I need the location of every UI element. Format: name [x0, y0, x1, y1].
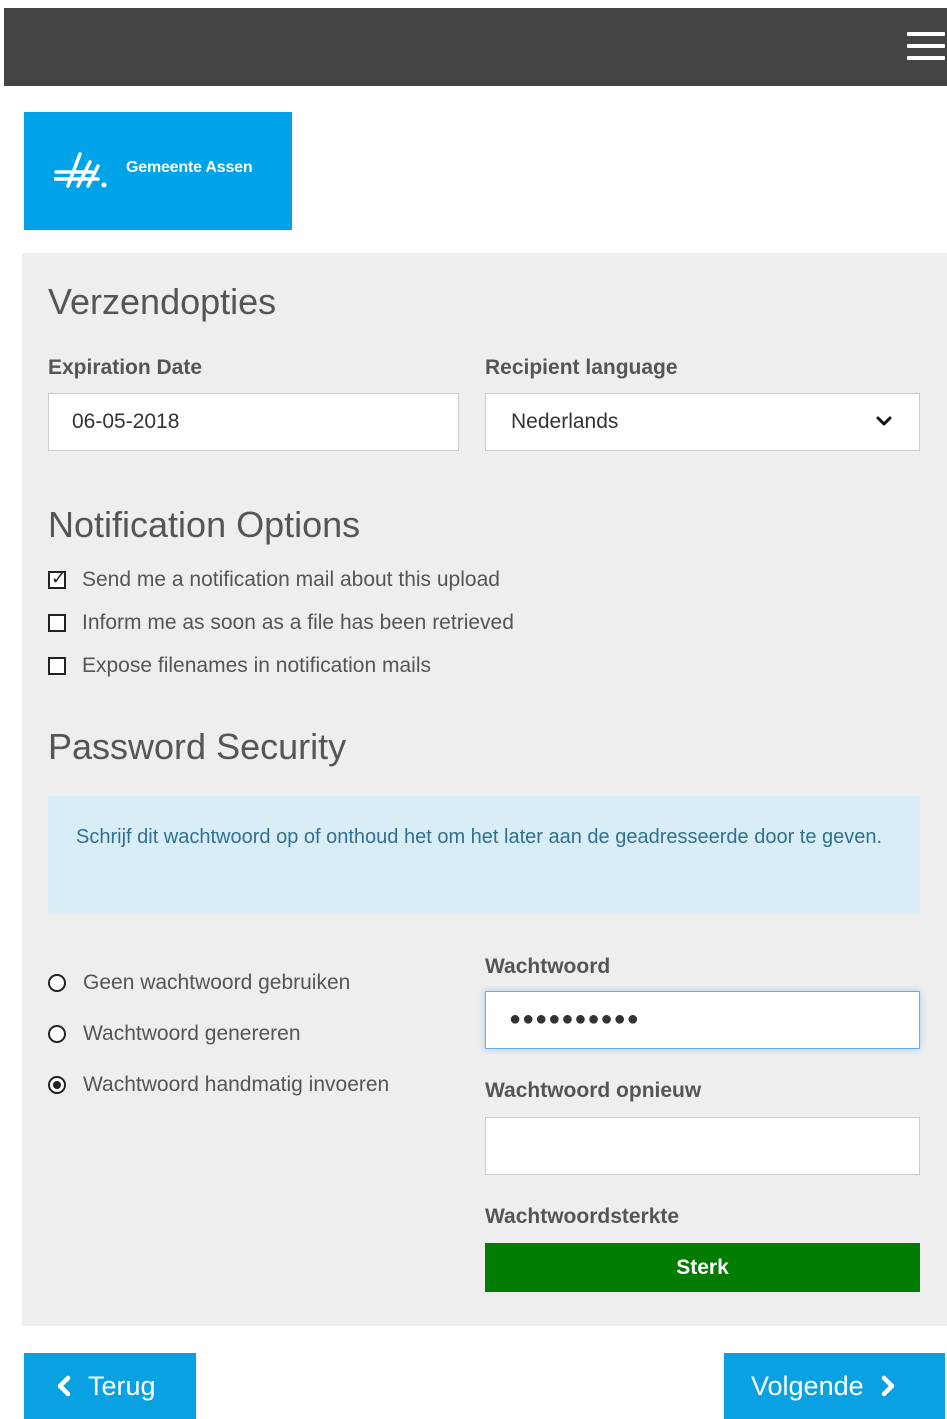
password-input[interactable]: ●●●●●●●●●● — [485, 991, 920, 1049]
manual-password-label: Wachtwoord handmatig invoeren — [83, 1073, 390, 1096]
send-options-title: Verzendopties — [48, 281, 277, 322]
expose-filenames-option[interactable]: Expose filenames in notification mails — [48, 654, 431, 678]
notify-retrieved-option[interactable]: Inform me as soon as a file has been ret… — [48, 611, 514, 635]
no-password-label: Geen wachtwoord gebruiken — [83, 971, 351, 994]
chevron-right-icon — [881, 1375, 894, 1397]
password-strength-label: Wachtwoordsterkte — [485, 1205, 680, 1228]
password-info-alert: Schrijf dit wachtwoord op of onthoud het… — [48, 796, 920, 914]
chevron-down-icon — [876, 416, 892, 426]
generate-password-radio[interactable] — [48, 1025, 66, 1043]
manual-password-option[interactable]: Wachtwoord handmatig invoeren — [48, 1073, 389, 1097]
recipient-language-label: Recipient language — [485, 356, 678, 379]
next-button[interactable]: Volgende — [724, 1353, 945, 1419]
expose-filenames-checkbox[interactable] — [48, 657, 66, 675]
notification-options-title: Notification Options — [48, 504, 361, 545]
password-label: Wachtwoord — [485, 955, 611, 978]
manual-password-radio[interactable] — [48, 1076, 66, 1094]
no-password-radio[interactable] — [48, 974, 66, 992]
expiration-date-input[interactable]: 06-05-2018 — [48, 393, 459, 451]
password-strength-indicator: Sterk — [485, 1243, 920, 1292]
generate-password-option[interactable]: Wachtwoord genereren — [48, 1022, 301, 1046]
password-mask: ●●●●●●●●●● — [509, 1008, 640, 1030]
no-password-option[interactable]: Geen wachtwoord gebruiken — [48, 971, 350, 995]
check-mark-icon: ✓ — [51, 568, 67, 588]
notify-retrieved-label: Inform me as soon as a file has been ret… — [82, 611, 514, 634]
chevron-left-icon — [57, 1375, 71, 1397]
assen-logo-icon — [54, 152, 107, 188]
password-repeat-label: Wachtwoord opnieuw — [485, 1079, 702, 1102]
recipient-language-value: Nederlands — [511, 410, 619, 433]
gemeente-assen-logo: Gemeente Assen — [24, 112, 292, 230]
notify-upload-option[interactable]: ✓ Send me a notification mail about this… — [48, 568, 500, 592]
notify-upload-checkbox[interactable]: ✓ — [48, 568, 67, 589]
notify-upload-label: Send me a notification mail about this u… — [82, 568, 500, 591]
expose-filenames-label: Expose filenames in notification mails — [82, 654, 432, 677]
notify-retrieved-checkbox[interactable] — [48, 614, 66, 632]
next-button-label: Volgende — [751, 1370, 864, 1401]
top-bar — [4, 8, 947, 86]
options-panel: Verzendopties Expiration Date 06-05-2018… — [22, 253, 947, 1326]
back-button[interactable]: Terug — [24, 1353, 196, 1419]
password-security-title: Password Security — [48, 726, 347, 767]
generate-password-label: Wachtwoord genereren — [83, 1022, 301, 1045]
expiration-date-label: Expiration Date — [48, 356, 203, 379]
logo-text: Gemeente Assen — [126, 159, 253, 176]
hamburger-menu-icon[interactable] — [907, 32, 945, 62]
recipient-language-select[interactable]: Nederlands — [485, 393, 920, 451]
password-repeat-input[interactable] — [485, 1117, 920, 1175]
back-button-label: Terug — [88, 1370, 156, 1401]
